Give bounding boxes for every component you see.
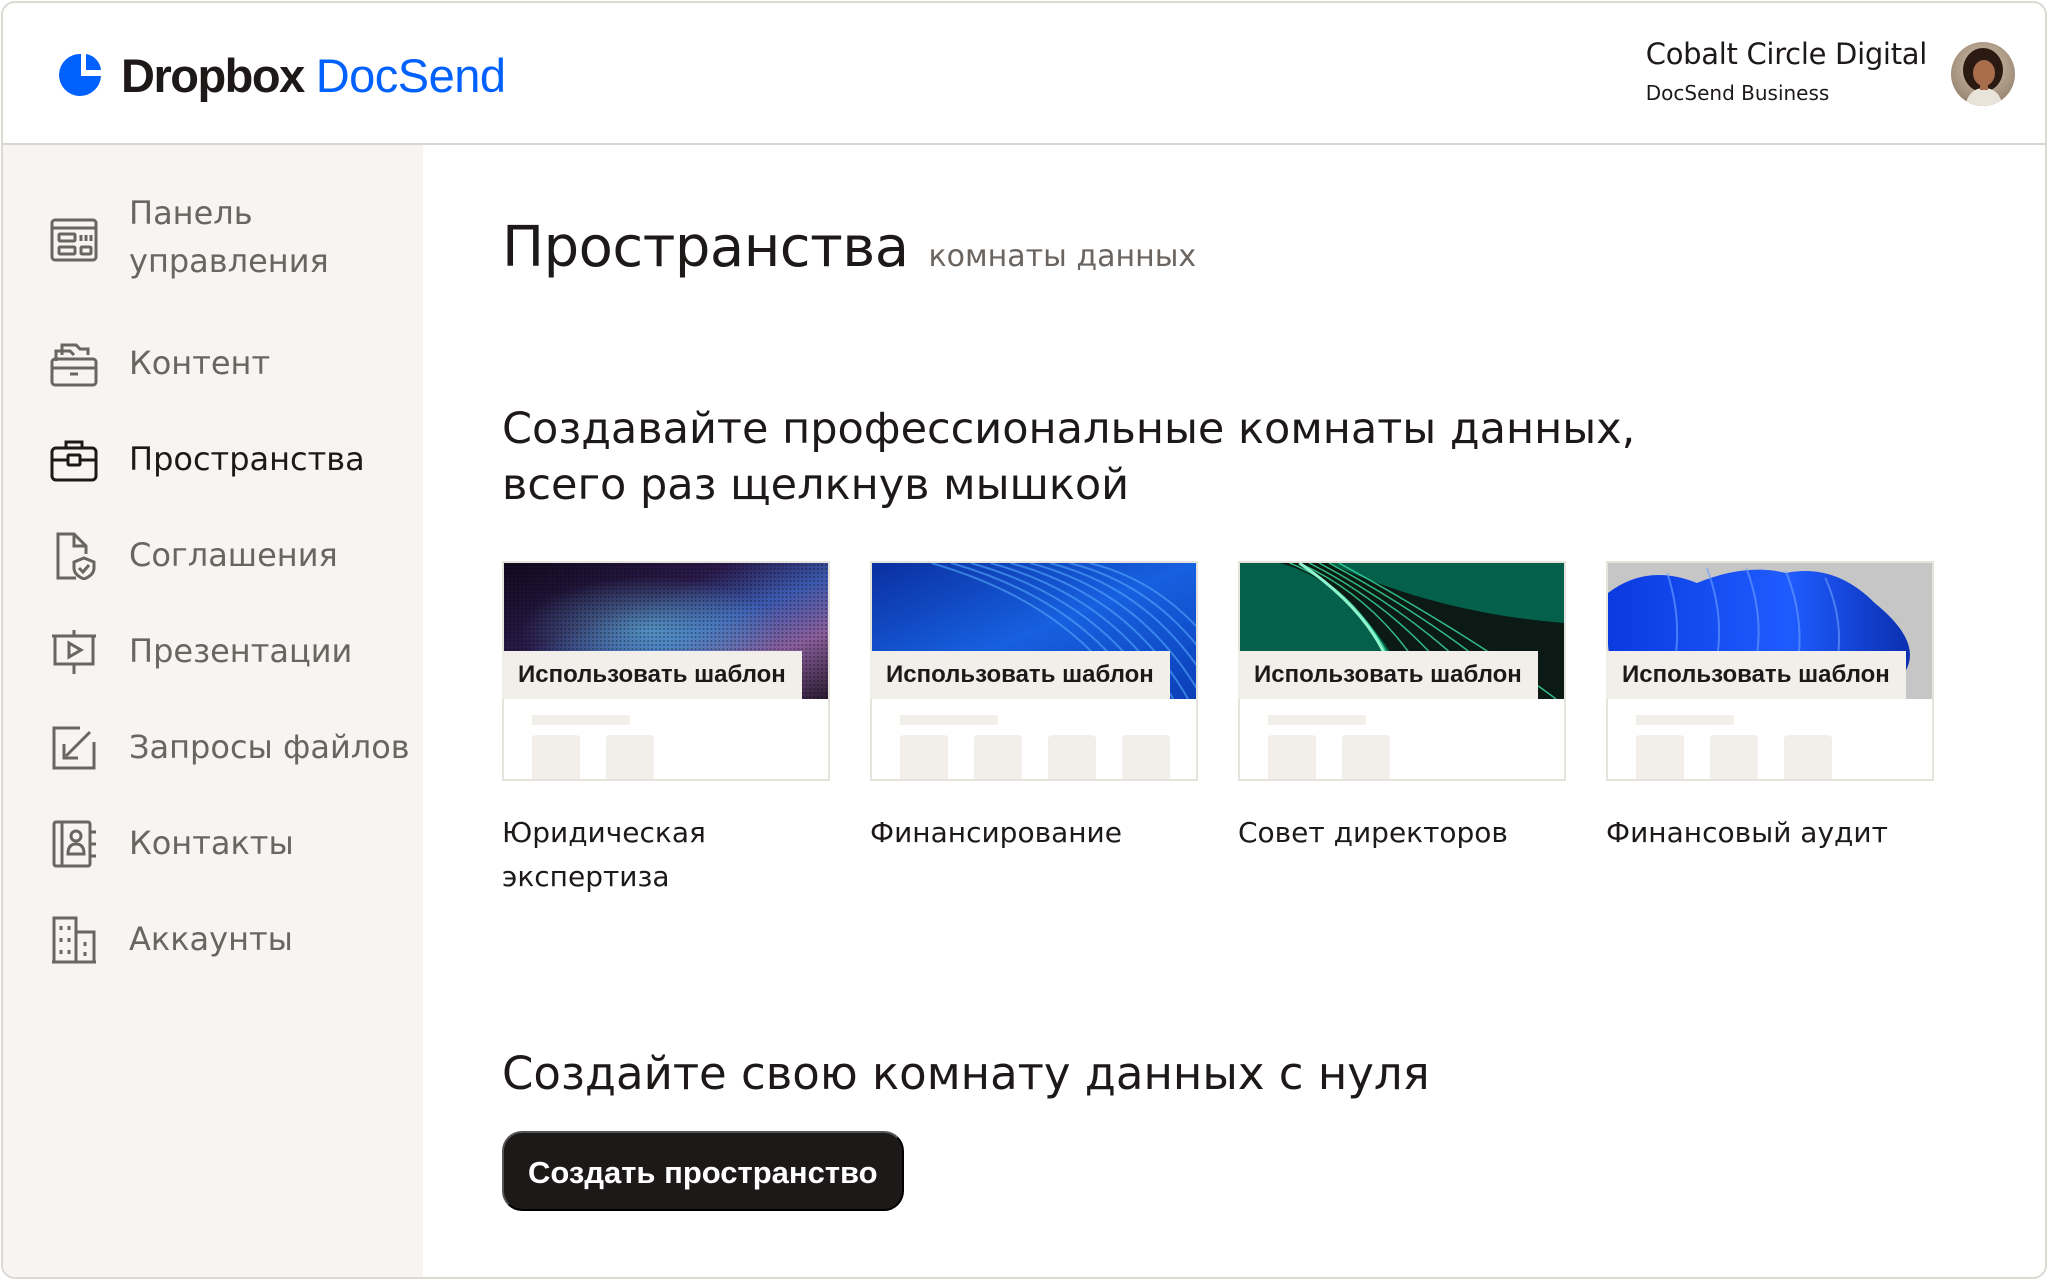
sidebar-item-spaces[interactable]: Пространства (49, 435, 365, 485)
template-card[interactable]: Финансирование (870, 561, 1198, 855)
account-info[interactable]: Cobalt Circle Digital DocSend Business (1645, 37, 1928, 105)
presentation-icon (49, 627, 99, 677)
template-card[interactable]: Совет директоров (1238, 561, 1566, 855)
page-title: Пространства комнаты данных (502, 215, 1196, 280)
scratch-heading: Создайте свою комнату данных с нуля (502, 1047, 1430, 1100)
page-subtitle: комнаты данных (928, 239, 1197, 274)
dropbox-docsend-logo[interactable]: Dropbox DocSend (59, 49, 506, 102)
page-title-main: Пространства (502, 215, 909, 280)
user-photo-icon (1951, 42, 2015, 106)
file-request-icon (49, 723, 99, 773)
sidebar-item-content[interactable]: Контент (49, 339, 270, 389)
sidebar-item-accounts[interactable]: Аккаунты (49, 915, 293, 965)
sidebar-item-contacts[interactable]: Контакты (49, 819, 294, 869)
sidebar-item-label: Пространства (129, 440, 365, 478)
use-template-button[interactable]: Использовать шаблон (870, 651, 1170, 699)
logo-dropbox-text: Dropbox (121, 48, 305, 102)
use-template-button[interactable]: Использовать шаблон (1238, 651, 1538, 699)
sidebar-item-dashboard[interactable]: Панель управления (49, 194, 329, 280)
sidebar: Панель управления Контент Пространства С… (3, 145, 423, 1277)
sidebar-item-label: Панель управления (129, 194, 329, 280)
sidebar-item-label: Контент (129, 344, 271, 382)
sidebar-item-agreements[interactable]: Соглашения (49, 531, 338, 581)
sidebar-item-presentations[interactable]: Презентации (49, 627, 352, 677)
contacts-icon (49, 819, 99, 869)
templates-heading: Создавайте профессиональные комнаты данн… (502, 404, 1636, 510)
template-card[interactable]: Финансовый аудит (1606, 561, 1934, 855)
account-name: Cobalt Circle Digital (1645, 37, 1928, 71)
template-title: Юридическая экспертиза (502, 816, 706, 893)
logo-docsend-text: DocSend (315, 48, 506, 102)
top-header: Dropbox DocSend Cobalt Circle Digital Do… (3, 3, 2045, 145)
template-title: Финансирование (870, 816, 1122, 849)
building-icon (49, 915, 99, 965)
use-template-button[interactable]: Использовать шаблон (502, 651, 802, 699)
sidebar-item-label: Запросы файлов (129, 728, 410, 766)
avatar[interactable] (1951, 42, 2015, 106)
sidebar-item-label: Презентации (129, 632, 353, 670)
template-card[interactable]: Юридическая экспертиза (502, 561, 830, 899)
sidebar-item-label: Аккаунты (129, 920, 293, 958)
sidebar-item-file-requests[interactable]: Запросы файлов (49, 723, 410, 773)
template-title: Финансовый аудит (1606, 816, 1888, 849)
create-space-button[interactable]: Создать пространство (502, 1131, 904, 1211)
content-folder-icon (49, 339, 99, 389)
app-window: Dropbox DocSend Cobalt Circle Digital Do… (1, 1, 2047, 1279)
template-title: Совет директоров (1238, 816, 1508, 849)
docsend-logo-icon (59, 53, 101, 96)
main-content: Пространства комнаты данных Создавайте п… (423, 145, 2045, 1277)
sidebar-item-label: Соглашения (129, 536, 338, 574)
sidebar-item-label: Контакты (129, 824, 294, 862)
dashboard-icon (49, 215, 99, 265)
briefcase-icon (49, 435, 99, 485)
account-plan: DocSend Business (1645, 81, 1830, 105)
use-template-button[interactable]: Использовать шаблон (1606, 651, 1906, 699)
document-shield-icon (49, 531, 99, 581)
